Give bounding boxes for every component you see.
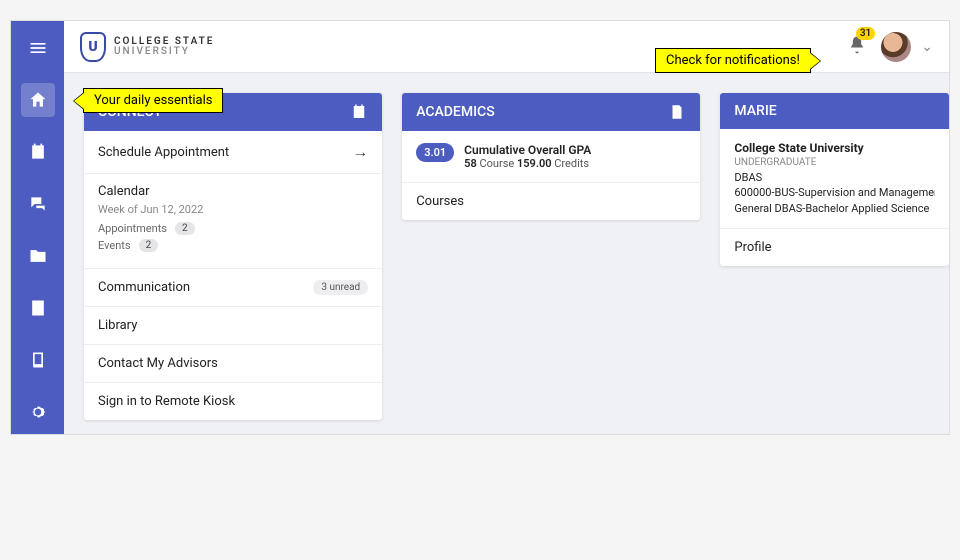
logo-text: COLLEGE STATE UNIVERSITY xyxy=(114,37,214,57)
sidebar-contact[interactable] xyxy=(21,291,55,325)
main-area: U COLLEGE STATE UNIVERSITY 31 ⌄ CONNECT xyxy=(64,21,949,434)
profile-block[interactable]: College State University UNDERGRADUATE D… xyxy=(720,129,949,229)
contact-icon xyxy=(28,298,48,318)
communication-row[interactable]: Communication 3 unread xyxy=(84,269,382,307)
gpa-detail: 58 Course 159.00 Credits xyxy=(464,157,591,170)
library-row[interactable]: Library xyxy=(84,307,382,345)
arrow-right-icon: → xyxy=(352,142,368,162)
profile-link-row[interactable]: Profile xyxy=(720,229,949,266)
profile-dept: DBAS xyxy=(734,170,935,185)
academics-header: ACADEMICS xyxy=(402,93,700,131)
profile-program-1: 600000-BUS-Supervision and Management xyxy=(734,185,935,200)
gpa-value: 3.01 xyxy=(416,143,454,162)
calendar-icon[interactable] xyxy=(350,103,368,121)
profile-level: UNDERGRADUATE xyxy=(734,157,935,168)
courses-row[interactable]: Courses xyxy=(402,183,700,220)
notifications-badge: 31 xyxy=(856,27,875,40)
document-icon[interactable] xyxy=(668,103,686,121)
book-icon xyxy=(28,350,48,370)
academics-card: ACADEMICS 3.01 Cumulative Overall GPA 58… xyxy=(402,93,700,220)
account-menu-toggle[interactable]: ⌄ xyxy=(921,39,933,55)
sidebar-calendar[interactable] xyxy=(21,135,55,169)
notifications-button[interactable]: 31 xyxy=(847,35,867,59)
tooltip-notifications: Check for notifications! xyxy=(655,48,811,73)
tooltip-home: Your daily essentials xyxy=(83,88,223,113)
profile-university: College State University xyxy=(734,141,935,155)
events-count: 2 xyxy=(139,239,159,252)
sidebar-chat[interactable] xyxy=(21,187,55,221)
profile-program-2: General DBAS-Bachelor Applied Science xyxy=(734,201,935,216)
calendar-appointments: Appointments 2 xyxy=(98,222,368,235)
sidebar-menu[interactable] xyxy=(21,31,55,65)
gpa-label: Cumulative Overall GPA xyxy=(464,143,591,157)
calendar-week: Week of Jun 12, 2022 xyxy=(98,203,368,216)
sidebar xyxy=(11,21,64,434)
shield-icon: U xyxy=(80,32,106,62)
app-frame: U COLLEGE STATE UNIVERSITY 31 ⌄ CONNECT xyxy=(10,20,950,435)
profile-title: MARIE xyxy=(734,103,776,119)
gpa-row[interactable]: 3.01 Cumulative Overall GPA 58 Course 15… xyxy=(402,131,700,183)
calendar-block[interactable]: Calendar Week of Jun 12, 2022 Appointmen… xyxy=(84,174,382,269)
schedule-appointment-row[interactable]: Schedule Appointment → xyxy=(84,131,382,174)
profile-header: MARIE xyxy=(720,93,949,129)
dashboard-content: CONNECT Schedule Appointment → Calendar … xyxy=(64,73,949,434)
appointments-count: 2 xyxy=(175,222,195,235)
kiosk-row[interactable]: Sign in to Remote Kiosk xyxy=(84,383,382,420)
calendar-events: Events 2 xyxy=(98,239,368,252)
calendar-title: Calendar xyxy=(98,184,368,199)
menu-icon xyxy=(28,38,48,58)
gear-icon xyxy=(28,402,48,422)
sidebar-book[interactable] xyxy=(21,343,55,377)
profile-card: MARIE College State University UNDERGRAD… xyxy=(720,93,949,266)
unread-badge: 3 unread xyxy=(313,280,368,295)
connect-card: CONNECT Schedule Appointment → Calendar … xyxy=(84,93,382,420)
chat-icon xyxy=(28,194,48,214)
logo[interactable]: U COLLEGE STATE UNIVERSITY xyxy=(80,32,214,62)
home-icon xyxy=(28,90,48,110)
advisors-row[interactable]: Contact My Advisors xyxy=(84,345,382,383)
sidebar-folder[interactable] xyxy=(21,239,55,273)
avatar[interactable] xyxy=(881,32,911,62)
calendar-icon xyxy=(28,142,48,162)
folder-icon xyxy=(28,246,48,266)
sidebar-home[interactable] xyxy=(21,83,55,117)
sidebar-settings[interactable] xyxy=(21,395,55,429)
academics-title: ACADEMICS xyxy=(416,104,494,120)
